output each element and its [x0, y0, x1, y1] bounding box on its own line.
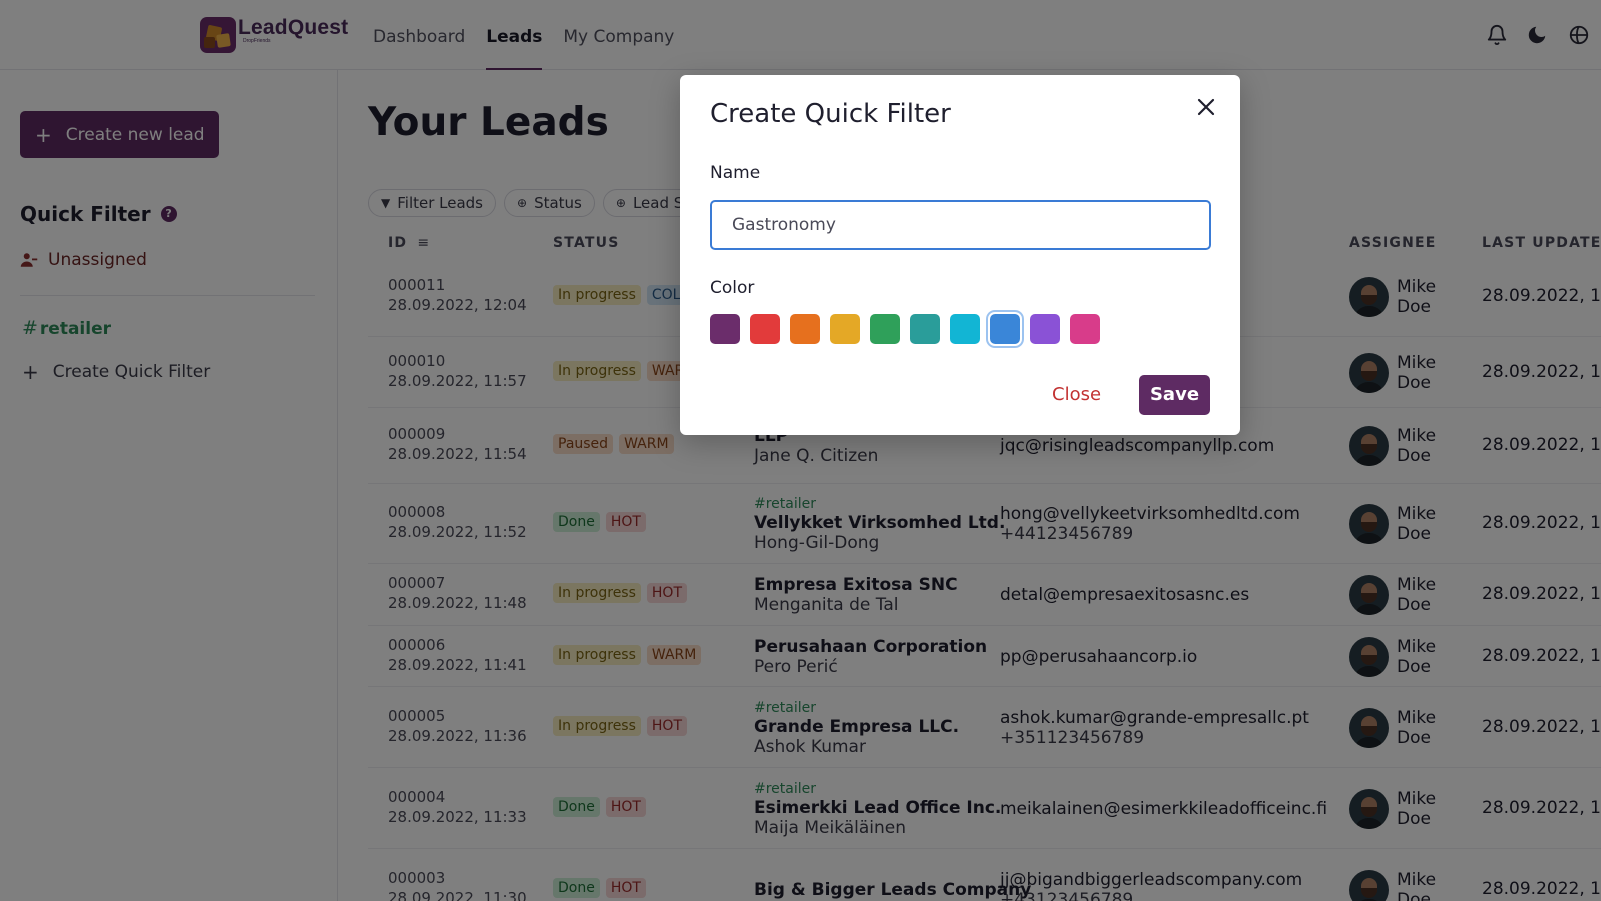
close-icon[interactable] [1194, 95, 1218, 119]
save-button[interactable]: Save [1139, 375, 1210, 415]
color-swatch-7[interactable] [950, 314, 980, 344]
close-button[interactable]: Close [1043, 375, 1110, 415]
name-label: Name [710, 163, 761, 183]
color-swatch-9[interactable] [1030, 314, 1060, 344]
color-swatch-10[interactable] [1070, 314, 1100, 344]
name-input[interactable] [710, 200, 1211, 250]
create-quick-filter-modal: Create Quick Filter Name Color Close Sav… [680, 75, 1240, 435]
color-swatch-8[interactable] [988, 312, 1022, 346]
color-swatch-1[interactable] [710, 314, 740, 344]
color-swatch-2[interactable] [750, 314, 780, 344]
color-swatch-3[interactable] [790, 314, 820, 344]
color-label: Color [710, 278, 755, 298]
color-swatch-6[interactable] [910, 314, 940, 344]
color-swatches [710, 312, 1110, 346]
modal-title: Create Quick Filter [710, 99, 951, 129]
color-swatch-5[interactable] [870, 314, 900, 344]
color-swatch-4[interactable] [830, 314, 860, 344]
